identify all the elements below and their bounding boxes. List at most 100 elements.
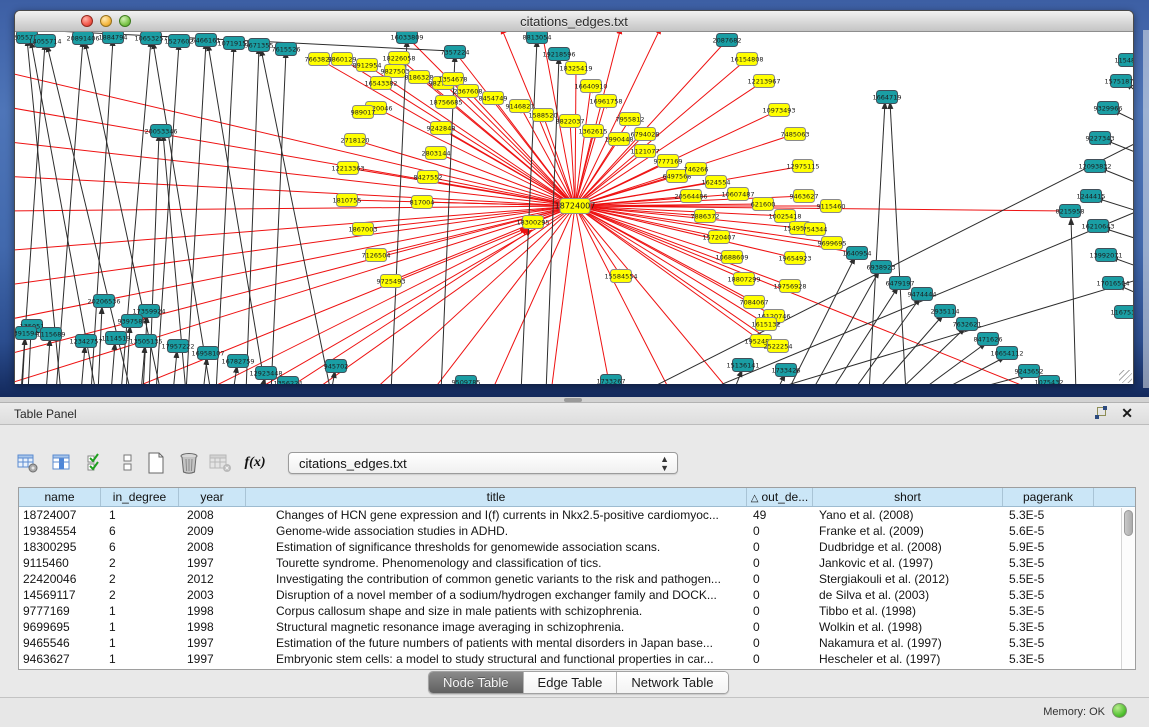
graph-node[interactable]: 9699695 xyxy=(818,237,847,250)
table-cell[interactable]: Dudbridge et al. (2008) xyxy=(813,539,1003,555)
graph-node[interactable]: 1167533 xyxy=(1111,306,1133,319)
table-scrollbar[interactable] xyxy=(1121,508,1135,670)
table-cell[interactable]: 18724007 xyxy=(19,507,101,523)
graph-node[interactable]: 1356224 xyxy=(274,377,303,385)
column-header-title[interactable]: title xyxy=(246,488,747,506)
table-cell[interactable]: Nakamura et al. (1997) xyxy=(813,635,1003,651)
table-cell[interactable]: 0 xyxy=(747,539,813,555)
table-row[interactable]: 969969511998Structural magnetic resonanc… xyxy=(19,619,1135,635)
float-panel-icon[interactable] xyxy=(1095,407,1107,419)
column-header-year[interactable]: year xyxy=(179,488,246,506)
graph-node[interactable]: 1867003 xyxy=(349,223,378,236)
table-cell[interactable]: 2008 xyxy=(179,539,246,555)
graph-node[interactable]: 1733426 xyxy=(772,364,801,377)
table-cell[interactable]: Hescheler et al. (1997) xyxy=(813,651,1003,667)
graph-node[interactable]: 746266 xyxy=(684,163,709,176)
table-cell[interactable]: 5.6E-5 xyxy=(1003,523,1094,539)
graph-node[interactable]: 20206536 xyxy=(87,295,120,308)
graph-node[interactable]: 18756685 xyxy=(429,96,462,109)
table-cell[interactable]: 1998 xyxy=(179,603,246,619)
graph-node[interactable]: 10973493 xyxy=(762,104,795,117)
graph-node[interactable]: 1810755 xyxy=(333,194,362,207)
table-row[interactable]: 946554611997Estimation of the future num… xyxy=(19,635,1135,651)
table-cell[interactable]: 2 xyxy=(101,587,179,603)
graph-node[interactable]: 12213363 xyxy=(331,162,364,175)
graph-node[interactable]: 8813054 xyxy=(523,32,552,44)
function-builder-icon[interactable]: f(x) xyxy=(243,452,267,474)
table-cell[interactable]: 0 xyxy=(747,651,813,667)
graph-node[interactable]: 12975115 xyxy=(786,160,819,173)
tab-edge-table[interactable]: Edge Table xyxy=(524,672,618,693)
graph-node[interactable]: 1354678 xyxy=(439,73,468,86)
graph-node[interactable]: 16154808 xyxy=(730,53,763,66)
graph-node[interactable]: 9329966 xyxy=(1094,102,1123,115)
graph-node[interactable]: 754344 xyxy=(803,223,828,236)
graph-node[interactable]: 1615132 xyxy=(752,318,781,331)
split-pane-handle[interactable] xyxy=(564,398,582,402)
graph-node[interactable]: 1154848 xyxy=(1115,54,1133,67)
table-cell[interactable]: Genome-wide association studies in ADHD. xyxy=(246,523,747,539)
table-cell[interactable]: 9465546 xyxy=(19,635,101,651)
table-cell[interactable]: 2003 xyxy=(179,587,246,603)
table-cell[interactable]: Embryonic stem cells: a model to study s… xyxy=(246,651,747,667)
graph-node[interactable]: 2522254 xyxy=(764,340,793,353)
graph-node[interactable]: 9242848 xyxy=(427,122,456,135)
table-cell[interactable]: 2 xyxy=(101,571,179,587)
graph-node[interactable]: 1624554 xyxy=(702,176,731,189)
table-cell[interactable]: Changes of HCN gene expression and I(f) … xyxy=(246,507,747,523)
graph-node[interactable]: 10025418 xyxy=(768,210,801,223)
graph-node[interactable]: 7126504 xyxy=(362,249,391,262)
close-panel-icon[interactable]: ✕ xyxy=(1121,406,1133,420)
table-cell[interactable]: 0 xyxy=(747,571,813,587)
table-cell[interactable]: 9699695 xyxy=(19,619,101,635)
graph-node[interactable]: 7485063 xyxy=(781,128,810,141)
table-cell[interactable]: Estimation of significance thresholds fo… xyxy=(246,539,747,555)
graph-node[interactable]: 1527602 xyxy=(165,35,194,48)
graph-node[interactable]: 2803144 xyxy=(422,147,451,160)
graph-node[interactable]: 8454749 xyxy=(479,92,508,105)
table-cell[interactable]: 5.3E-5 xyxy=(1003,619,1094,635)
table-settings-icon[interactable] xyxy=(16,452,40,474)
graph-node[interactable]: 8471626 xyxy=(974,333,1003,346)
table-cell[interactable]: 2008 xyxy=(179,507,246,523)
table-cell[interactable]: 6 xyxy=(101,539,179,555)
table-cell[interactable]: 22420046 xyxy=(19,571,101,587)
table-cell[interactable]: 5.3E-5 xyxy=(1003,651,1094,667)
graph-node[interactable]: 15720407 xyxy=(702,231,735,244)
table-cell[interactable]: 0 xyxy=(747,603,813,619)
table-row[interactable]: 946362711997Embryonic stem cells: a mode… xyxy=(19,651,1135,667)
table-cell[interactable]: 0 xyxy=(747,635,813,651)
graph-node[interactable]: 7084067 xyxy=(740,296,769,309)
unselect-all-icon[interactable] xyxy=(116,452,140,474)
graph-node[interactable]: 9397588 xyxy=(118,315,147,328)
table-cell[interactable]: 2 xyxy=(101,555,179,571)
table-cell[interactable]: 5.3E-5 xyxy=(1003,587,1094,603)
graph-node[interactable]: 6466161 xyxy=(192,34,221,47)
graph-node[interactable]: 2087682 xyxy=(713,34,742,47)
graph-node[interactable]: 8215958 xyxy=(1056,205,1085,218)
graph-node[interactable]: 9777169 xyxy=(654,155,683,168)
table-row[interactable]: 977716911998Corpus callosum shape and si… xyxy=(19,603,1135,619)
graph-node[interactable]: 9725493 xyxy=(377,275,406,288)
graph-node[interactable]: 7357224 xyxy=(441,46,470,59)
table-row[interactable]: 1830029562008Estimation of significance … xyxy=(19,539,1135,555)
table-cell[interactable]: Structural magnetic resonance image aver… xyxy=(246,619,747,635)
table-cell[interactable]: 9115460 xyxy=(19,555,101,571)
graph-node[interactable]: 9509785 xyxy=(452,376,481,385)
graph-node[interactable]: 1640954 xyxy=(843,247,872,260)
table-row[interactable]: 911546021997Tourette syndrome. Phenomeno… xyxy=(19,555,1135,571)
table-cell[interactable]: Franke et al. (2009) xyxy=(813,523,1003,539)
tab-node-table[interactable]: Node Table xyxy=(429,672,524,693)
table-cell[interactable]: Disruption of a novel member of a sodium… xyxy=(246,587,747,603)
graph-node[interactable]: 817004 xyxy=(410,196,435,209)
graph-node[interactable]: 19654923 xyxy=(778,252,811,265)
table-cell[interactable]: 18300295 xyxy=(19,539,101,555)
table-cell[interactable]: Estimation of the future numbers of pati… xyxy=(246,635,747,651)
graph-node[interactable]: 1362615 xyxy=(579,125,608,138)
graph-node[interactable]: 391594 xyxy=(15,327,38,340)
table-cell[interactable]: 2012 xyxy=(179,571,246,587)
table-cell[interactable]: 1998 xyxy=(179,619,246,635)
table-cell[interactable]: 1 xyxy=(101,603,179,619)
citation-network-graph[interactable]: 2055724140557142089140618847941065325715… xyxy=(15,32,1133,384)
graph-node[interactable]: 945702 xyxy=(324,360,349,373)
